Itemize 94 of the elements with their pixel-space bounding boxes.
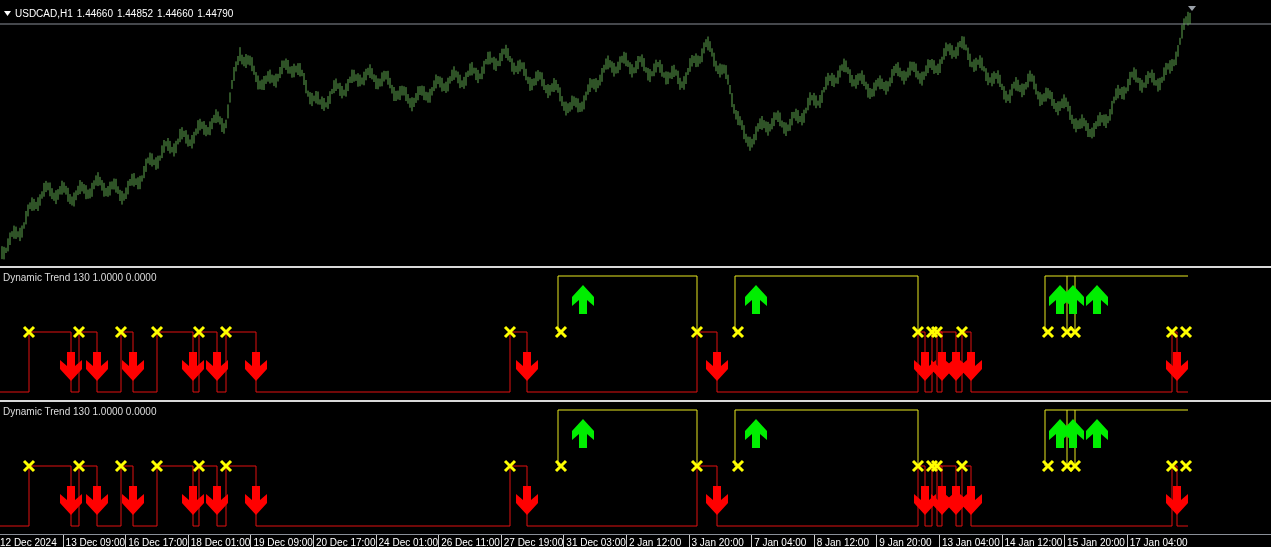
time-label: 12 Dec 2024 (0, 536, 58, 547)
cross-icon (930, 459, 944, 473)
up-arrow-icon (1086, 419, 1108, 448)
up-arrow-icon (1062, 419, 1084, 448)
down-arrow-icon (206, 352, 228, 381)
cross-icon (731, 325, 745, 339)
down-arrow-icon (516, 352, 538, 381)
down-arrow-icon (86, 352, 108, 381)
cross-icon (114, 459, 128, 473)
cross-icon (1041, 459, 1055, 473)
indicator-label: Dynamic Trend 130 1.0000 0.0000 (3, 406, 157, 417)
time-label: 14 Jan 12:00 (1001, 535, 1065, 547)
down-arrow-icon (245, 352, 267, 381)
cross-icon (925, 325, 939, 339)
cross-icon (150, 459, 164, 473)
up-arrow-icon (745, 285, 767, 314)
time-label: 9 Jan 20:00 (876, 535, 939, 547)
cross-icon (503, 325, 517, 339)
time-label: 13 Dec 09:00 (62, 535, 126, 547)
cross-icon (219, 459, 233, 473)
cross-icon (1179, 325, 1193, 339)
time-label: 8 Jan 12:00 (813, 535, 877, 547)
cross-icon (1165, 459, 1179, 473)
time-label: 13 Jan 04:00 (938, 535, 1002, 547)
down-arrow-icon (1166, 486, 1188, 515)
time-label: 15 Jan 20:00 (1064, 535, 1127, 547)
down-arrow-icon (245, 486, 267, 515)
down-arrow-icon (182, 486, 204, 515)
symbol-label: USDCAD,H1 (15, 8, 73, 19)
down-arrow-icon (122, 352, 144, 381)
cross-icon (22, 325, 36, 339)
price-value: 1.44790 (197, 8, 234, 19)
cross-icon (690, 459, 704, 473)
cross-icon (690, 325, 704, 339)
cross-icon (554, 459, 568, 473)
down-arrow-icon (706, 486, 728, 515)
up-arrow-icon (1062, 285, 1084, 314)
price-marker-icon (1188, 6, 1196, 11)
indicator-label: Dynamic Trend 130 1.0000 0.0000 (3, 272, 157, 283)
time-label: 16 Dec 17:00 (125, 535, 188, 547)
cross-icon (554, 325, 568, 339)
price-value: 1.44660 (157, 8, 194, 19)
time-label: 3 Jan 20:00 (688, 535, 752, 547)
cross-icon (911, 459, 925, 473)
cross-icon (114, 325, 128, 339)
down-arrow-icon (122, 486, 144, 515)
up-arrow-icon (745, 419, 767, 448)
time-label: 17 Jan 04:00 (1126, 535, 1190, 547)
cross-icon (925, 459, 939, 473)
cross-icon (192, 459, 206, 473)
dropdown-icon[interactable] (4, 11, 11, 16)
cross-icon (503, 459, 517, 473)
cross-icon (72, 325, 86, 339)
cross-icon (192, 325, 206, 339)
cross-icon (1165, 325, 1179, 339)
price-value: 1.44660 (76, 8, 113, 19)
down-arrow-icon (86, 486, 108, 515)
down-arrow-icon (60, 352, 82, 381)
cross-icon (1060, 325, 1074, 339)
down-arrow-icon (960, 486, 982, 515)
time-label: 27 Dec 19:00 (500, 535, 564, 547)
down-arrow-icon (182, 352, 204, 381)
cross-icon (22, 459, 36, 473)
down-arrow-icon (206, 486, 228, 515)
time-label: 20 Dec 17:00 (312, 535, 376, 547)
down-arrow-icon (706, 352, 728, 381)
cross-icon (219, 325, 233, 339)
price-value: 1.44852 (116, 8, 154, 19)
cross-icon (72, 459, 86, 473)
time-label: 18 Dec 01:00 (187, 535, 251, 547)
cross-icon (731, 459, 745, 473)
down-arrow-icon (960, 352, 982, 381)
up-arrow-icon (572, 285, 594, 314)
time-label: 31 Dec 03:00 (563, 535, 626, 547)
down-arrow-icon (1166, 352, 1188, 381)
up-arrow-icon (572, 419, 594, 448)
time-label: 2 Jan 12:00 (625, 535, 689, 547)
cross-icon (930, 325, 944, 339)
down-arrow-icon (516, 486, 538, 515)
cross-icon (1179, 459, 1193, 473)
cross-icon (1060, 459, 1074, 473)
cross-icon (911, 325, 925, 339)
time-label: 7 Jan 04:00 (751, 535, 814, 547)
up-arrow-icon (1086, 285, 1108, 314)
time-label: 24 Dec 01:00 (375, 535, 439, 547)
down-arrow-icon (60, 486, 82, 515)
cross-icon (1041, 325, 1055, 339)
cross-icon (150, 325, 164, 339)
cross-icon (1068, 325, 1082, 339)
time-label: 26 Dec 11:00 (438, 535, 501, 547)
time-label: 19 Dec 09:00 (250, 535, 313, 547)
cross-icon (955, 459, 969, 473)
cross-icon (955, 325, 969, 339)
cross-icon (1068, 459, 1082, 473)
